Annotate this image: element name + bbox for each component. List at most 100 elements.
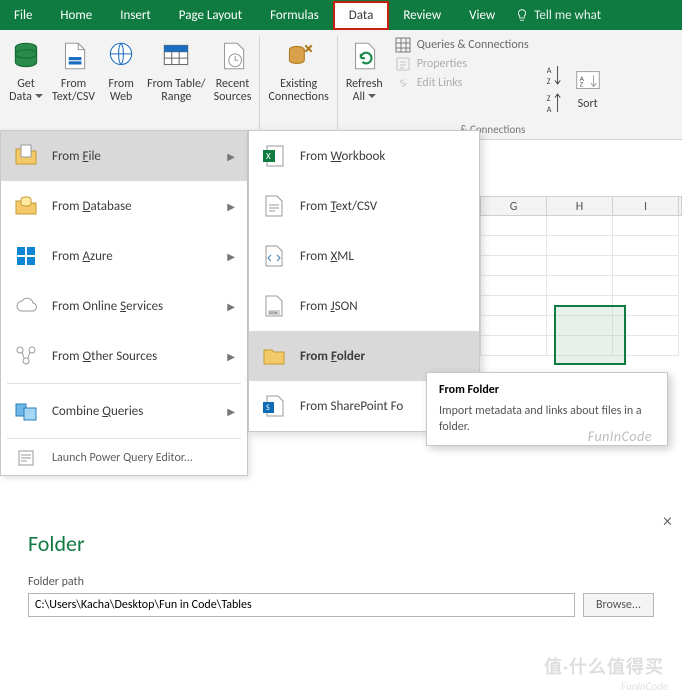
svg-text:X: X <box>266 151 271 162</box>
folder-file-icon <box>13 143 39 169</box>
sort-big-icon: AZ <box>573 66 603 96</box>
dd-from-workbook-label: From Workbook <box>300 149 385 164</box>
dd-from-text-csv[interactable]: From Text/CSV <box>249 181 479 231</box>
properties-label: Properties <box>417 57 467 71</box>
dd-from-json[interactable]: JSON From JSON <box>249 281 479 331</box>
refresh-all-button[interactable]: Refresh All <box>342 32 387 139</box>
dd-from-other-sources-label: From Other Sources <box>52 349 157 364</box>
text-file-icon <box>261 193 287 219</box>
tell-me-search[interactable]: Tell me what <box>509 0 607 30</box>
from-web-button[interactable]: From Web <box>99 32 143 139</box>
watermark: FunInCode <box>588 428 652 445</box>
col-header-h[interactable]: H <box>547 197 613 215</box>
edit-links-button[interactable]: Edit Links <box>395 75 529 91</box>
col-header-i[interactable]: I <box>613 197 679 215</box>
excel-icon: X <box>261 143 287 169</box>
ribbon-separator <box>337 36 338 129</box>
tab-insert[interactable]: Insert <box>106 0 165 30</box>
tell-me-label: Tell me what <box>534 8 601 23</box>
tab-page-layout[interactable]: Page Layout <box>165 0 256 30</box>
folder-path-input[interactable] <box>28 593 575 617</box>
watermark: 值·什么值得买 <box>544 653 664 679</box>
xml-file-icon <box>261 243 287 269</box>
chevron-right-icon: ▶ <box>227 405 235 418</box>
from-text-csv-label: From Text/CSV <box>52 78 95 104</box>
sort-button[interactable]: AZ Sort <box>569 66 607 111</box>
chevron-right-icon: ▶ <box>227 250 235 263</box>
ribbon-separator <box>259 36 260 129</box>
existing-connections-button[interactable]: Existing Connections <box>264 32 332 139</box>
refresh-icon <box>346 36 382 76</box>
tab-formulas[interactable]: Formulas <box>256 0 333 30</box>
recent-sources-button[interactable]: Recent Sources <box>210 32 256 139</box>
dd-from-text-csv-label: From Text/CSV <box>300 199 377 214</box>
dd-from-file[interactable]: From File ▶ <box>1 131 247 181</box>
globe-icon <box>103 36 139 76</box>
from-table-range-label: From Table/ Range <box>147 78 205 104</box>
tab-view[interactable]: View <box>455 0 509 30</box>
chevron-right-icon: ▶ <box>227 300 235 313</box>
dd-from-xml[interactable]: From XML <box>249 231 479 281</box>
svg-text:A: A <box>546 105 551 115</box>
sort-label: Sort <box>578 98 598 111</box>
dd-from-online-services-label: From Online Services <box>52 299 163 314</box>
svg-text:S: S <box>266 403 270 413</box>
from-table-range-button[interactable]: From Table/ Range <box>143 32 209 139</box>
menubar: File Home Insert Page Layout Formulas Da… <box>0 0 682 30</box>
svg-text:Z: Z <box>579 81 583 90</box>
sharepoint-icon: S <box>261 393 287 419</box>
svg-text:Z: Z <box>546 77 550 87</box>
grid-icon <box>395 37 411 53</box>
dd-from-azure[interactable]: From Azure ▶ <box>1 231 247 281</box>
folder-dialog: Folder Folder path Browse... <box>28 530 654 617</box>
column-headers: G H I <box>480 196 682 216</box>
dd-from-json-label: From JSON <box>300 299 358 314</box>
svg-text:JSON: JSON <box>269 311 278 316</box>
connection-icon <box>281 36 317 76</box>
queries-connections-button[interactable]: Queries & Connections <box>395 37 529 53</box>
azure-icon <box>13 243 39 269</box>
dd-combine-queries[interactable]: Combine Queries ▶ <box>1 386 247 436</box>
folder-dialog-title: Folder <box>28 530 654 557</box>
dd-from-sharepoint-folder-label: From SharePoint Fo <box>300 399 403 414</box>
recent-sources-label: Recent Sources <box>214 78 252 104</box>
sort-desc-icon[interactable]: ZA <box>545 90 563 116</box>
tab-data[interactable]: Data <box>333 1 390 30</box>
queries-connections-label: Queries & Connections <box>417 38 529 52</box>
dd-from-online-services[interactable]: From Online Services ▶ <box>1 281 247 331</box>
tab-home[interactable]: Home <box>46 0 106 30</box>
watermark: FunInCode <box>621 680 668 693</box>
table-icon <box>158 36 194 76</box>
dd-from-file-label: From File <box>52 149 101 164</box>
get-data-button[interactable]: Get Data <box>4 32 48 139</box>
properties-icon <box>395 56 411 72</box>
from-text-csv-button[interactable]: From Text/CSV <box>48 32 99 139</box>
dd-from-workbook[interactable]: X From Workbook <box>249 131 479 181</box>
selected-cell-range[interactable] <box>554 305 626 365</box>
lightbulb-icon <box>515 8 529 22</box>
tab-review[interactable]: Review <box>389 0 455 30</box>
database-icon <box>8 36 44 76</box>
ribbon-data: Get Data From Text/CSV From Web From Tab… <box>0 30 682 140</box>
dd-from-xml-label: From XML <box>300 249 354 264</box>
sort-asc-icon[interactable]: AZ <box>545 62 563 88</box>
combine-icon <box>13 398 39 424</box>
close-icon[interactable]: × <box>663 510 672 532</box>
dd-from-other-sources[interactable]: From Other Sources ▶ <box>1 331 247 381</box>
browse-button[interactable]: Browse... <box>583 593 654 617</box>
properties-button[interactable]: Properties <box>395 56 529 72</box>
get-data-label: Get Data <box>9 78 43 104</box>
chevron-right-icon: ▶ <box>227 350 235 363</box>
chevron-right-icon: ▶ <box>227 150 235 163</box>
from-web-label: From Web <box>108 78 133 104</box>
menu-separator <box>7 438 241 439</box>
dd-launch-pq-editor[interactable]: Launch Power Query Editor... <box>1 441 247 475</box>
editor-icon <box>13 449 39 467</box>
svg-text:A: A <box>546 66 551 76</box>
other-sources-icon <box>13 343 39 369</box>
dd-from-azure-label: From Azure <box>52 249 113 264</box>
dd-from-database[interactable]: From Database ▶ <box>1 181 247 231</box>
tab-file[interactable]: File <box>0 0 46 30</box>
col-header-g[interactable]: G <box>481 197 547 215</box>
svg-text:Z: Z <box>546 94 550 104</box>
